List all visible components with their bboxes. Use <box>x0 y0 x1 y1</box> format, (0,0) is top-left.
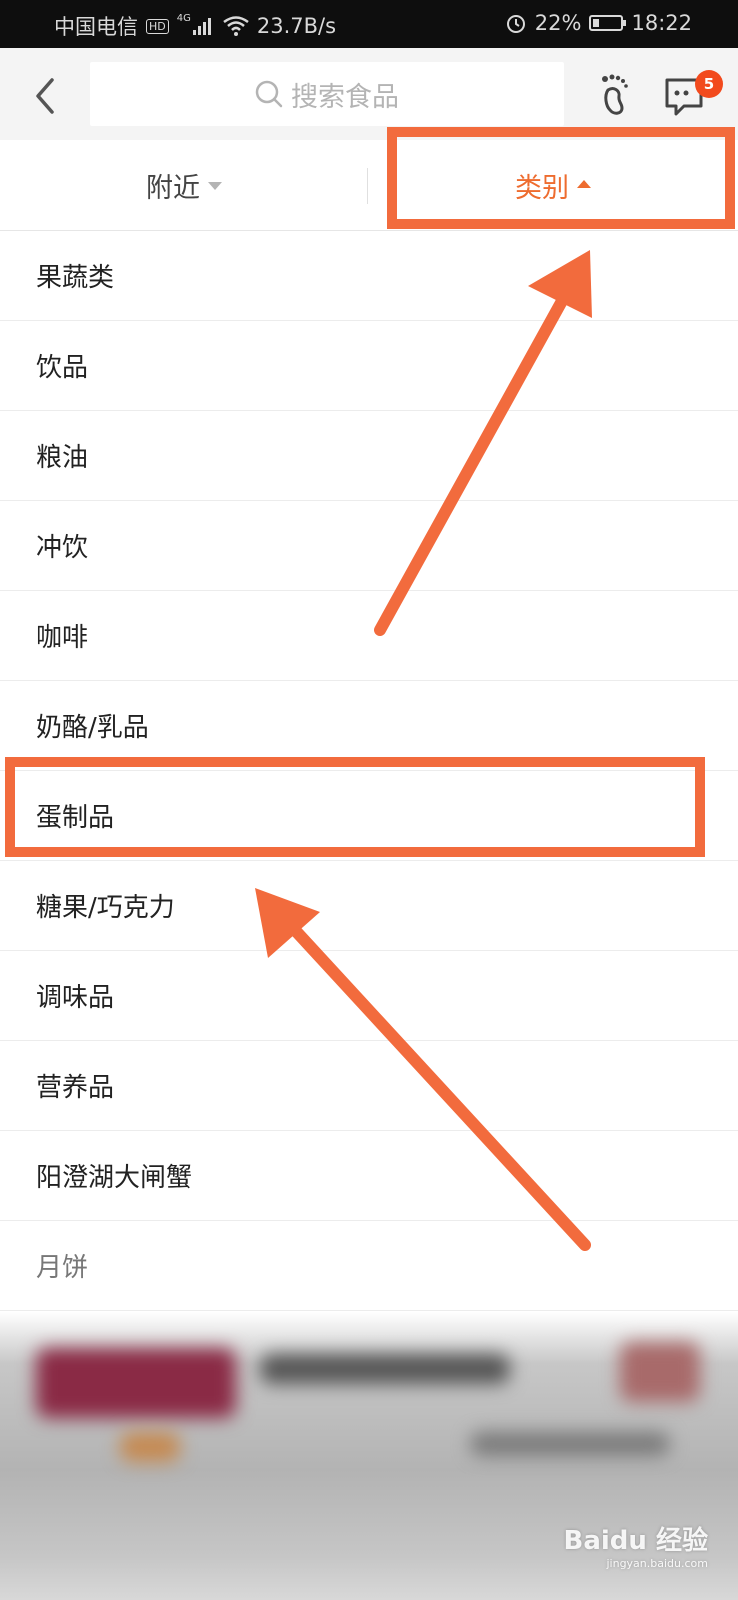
footprint-icon <box>602 74 628 115</box>
caret-up-icon <box>577 180 591 188</box>
search-icon <box>255 80 283 108</box>
category-item[interactable]: 阳澄湖大闸蟹 <box>0 1131 738 1221</box>
category-item[interactable]: 果蔬类 <box>0 231 738 321</box>
footprint-button[interactable] <box>596 72 636 118</box>
category-item[interactable]: 粮油 <box>0 411 738 501</box>
battery-icon <box>589 15 627 31</box>
hd-badge: HD <box>146 18 169 34</box>
tab-nearby-label: 附近 <box>146 172 200 204</box>
category-item[interactable]: 奶酪/乳品 <box>0 681 738 771</box>
status-right: 22% 18:22 <box>505 11 692 35</box>
blurred-meta <box>470 1432 670 1456</box>
tab-category-label: 类别 <box>515 172 569 204</box>
status-bar: 中国电信 HD 4G 23.7B/s 22% 18:22 <box>0 0 738 48</box>
filter-tabs: 附近 类别 <box>0 140 738 231</box>
category-list: 果蔬类 饮品 粮油 冲饮 咖啡 奶酪/乳品 蛋制品 糖果/巧克力 调味品 营养品… <box>0 231 738 1311</box>
category-item[interactable]: 月饼 <box>0 1221 738 1311</box>
watermark-brand: Baidu <box>563 1526 647 1556</box>
carrier-label: 中国电信 <box>54 15 138 39</box>
blurred-product-image <box>36 1348 236 1418</box>
blurred-product-title <box>260 1354 510 1384</box>
category-item[interactable]: 咖啡 <box>0 591 738 681</box>
category-item[interactable]: 冲饮 <box>0 501 738 591</box>
alarm-icon <box>506 15 525 33</box>
category-item[interactable]: 饮品 <box>0 321 738 411</box>
blurred-price <box>120 1432 180 1462</box>
caret-down-icon <box>208 182 222 190</box>
network-type: 4G <box>176 12 191 24</box>
message-badge: 5 <box>695 70 723 98</box>
watermark-label: 经验 <box>655 1526 708 1556</box>
battery-percent: 22% <box>534 11 582 35</box>
back-arrow-icon <box>36 78 54 114</box>
signal-icon <box>192 18 211 35</box>
net-speed: 23.7B/s <box>256 14 337 38</box>
watermark-url: jingyan.baidu.com <box>606 1557 708 1570</box>
search-input[interactable]: 搜索食品 <box>90 62 564 126</box>
category-item[interactable]: 蛋制品 <box>0 771 738 861</box>
status-left: 中国电信 HD 4G 23.7B/s <box>54 11 336 41</box>
back-button[interactable] <box>28 74 64 118</box>
search-placeholder: 搜索食品 <box>291 81 399 113</box>
clock: 18:22 <box>631 11 692 35</box>
wifi-icon <box>223 16 249 36</box>
baidu-watermark: Baidu 经验 jingyan.baidu.com <box>564 1520 708 1570</box>
category-item[interactable]: 调味品 <box>0 951 738 1041</box>
category-item[interactable]: 营养品 <box>0 1041 738 1131</box>
top-bar: 搜索食品 5 <box>0 48 738 140</box>
blurred-product-thumb <box>620 1342 700 1402</box>
category-item[interactable]: 糖果/巧克力 <box>0 861 738 951</box>
tab-category[interactable]: 类别 <box>368 140 738 230</box>
message-button[interactable]: 5 <box>664 70 723 118</box>
tab-nearby[interactable]: 附近 <box>0 140 368 230</box>
